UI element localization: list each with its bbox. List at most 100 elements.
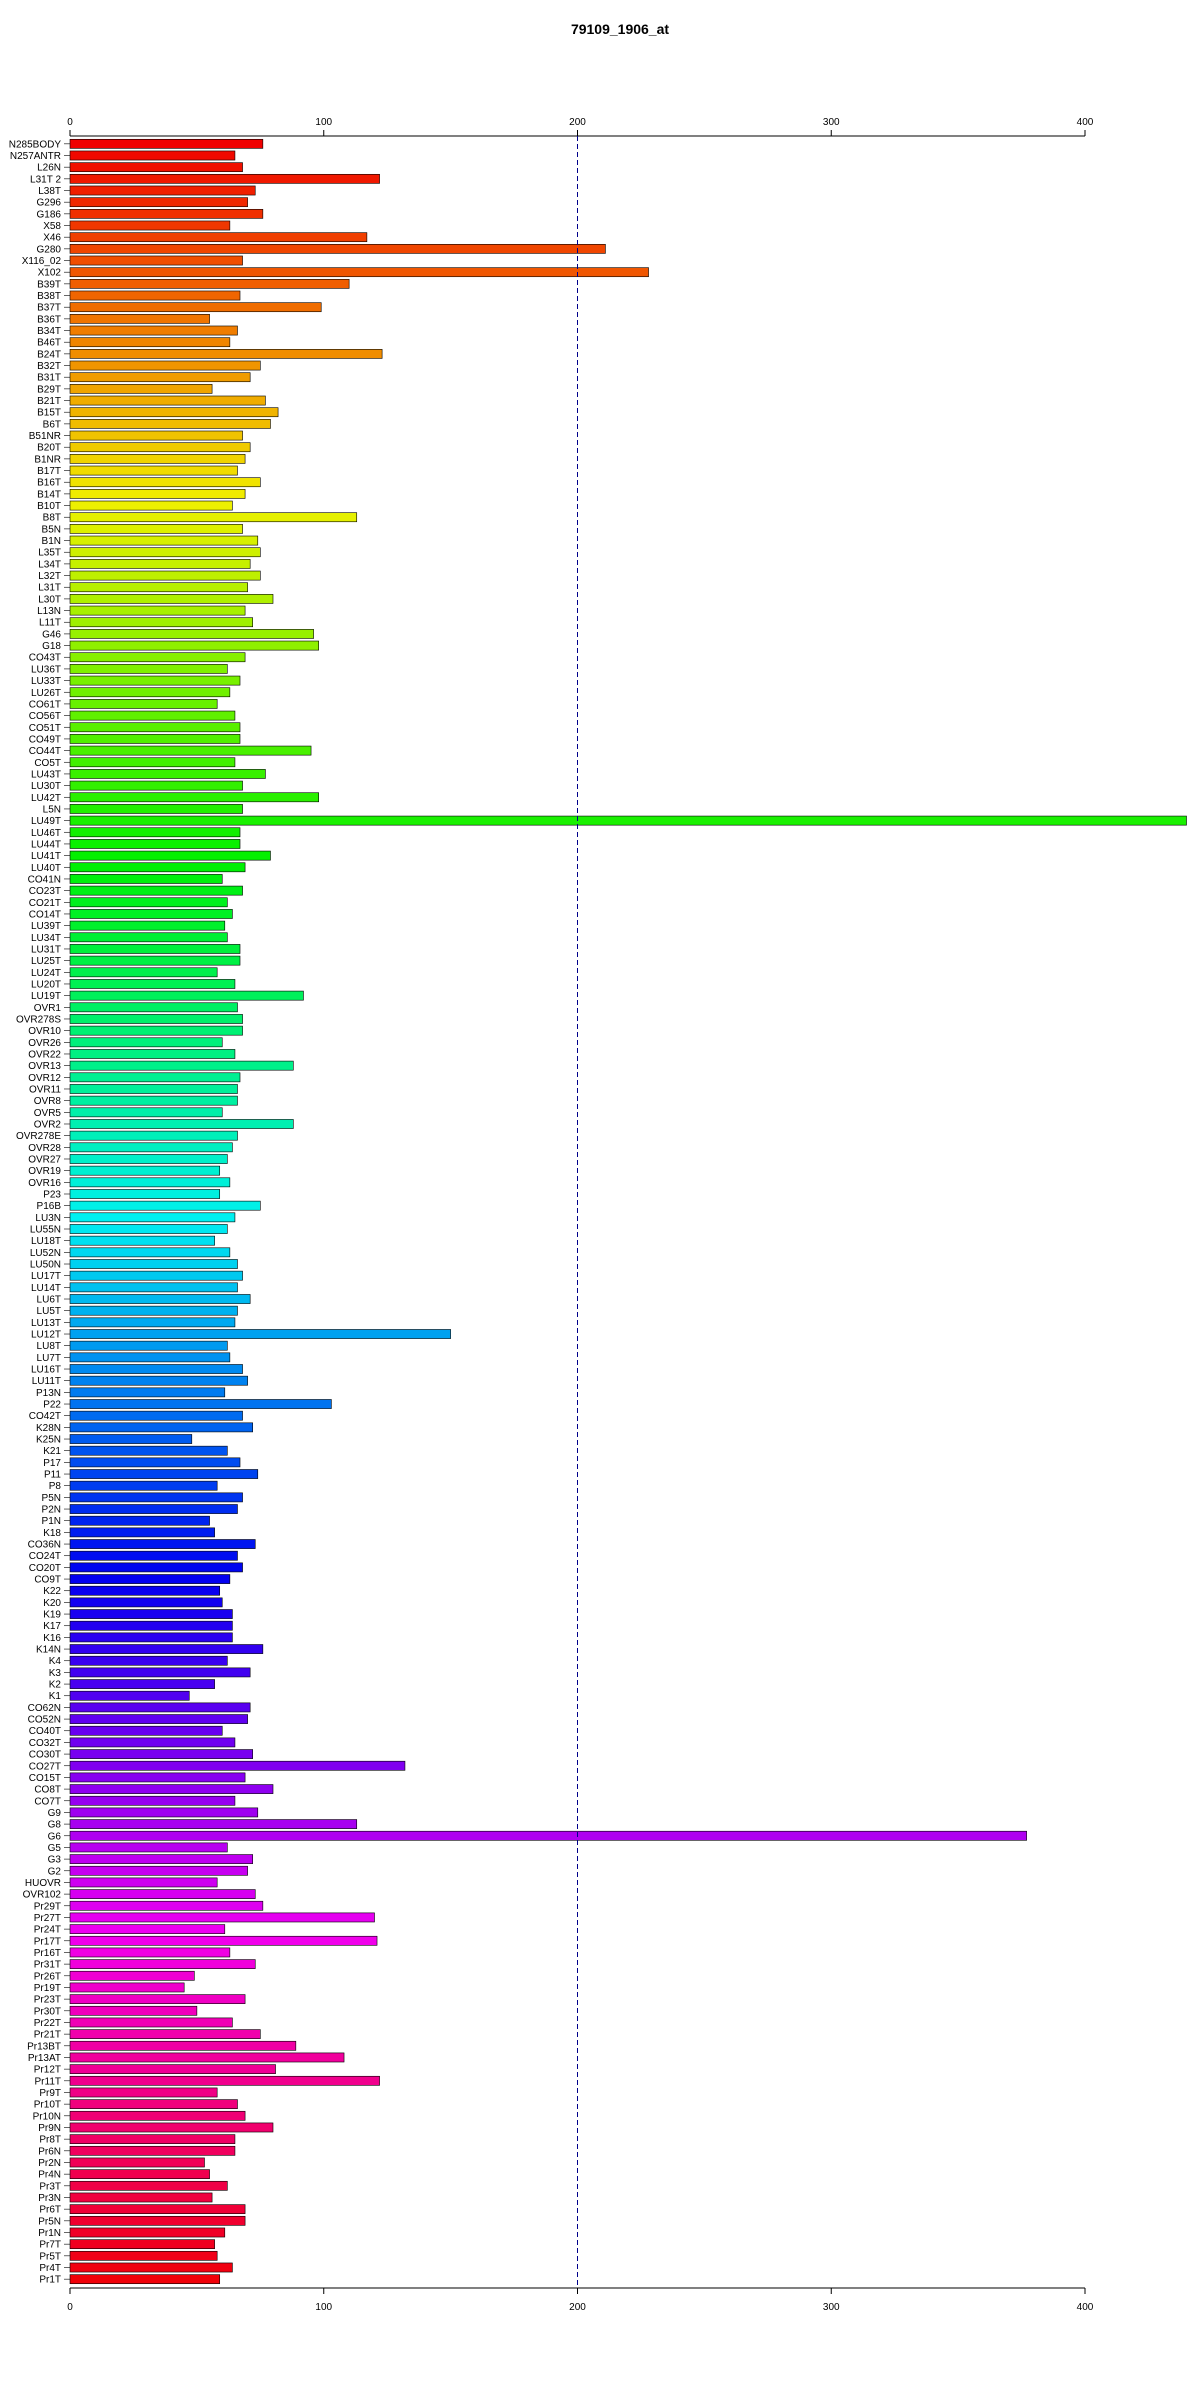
category-label: K1 xyxy=(49,1691,62,1702)
category-label: Pr11T xyxy=(35,2076,62,2087)
bar xyxy=(69,1002,238,1013)
x-tick-label-bottom: 200 xyxy=(569,2302,586,2313)
category-label: G186 xyxy=(37,209,62,220)
bar xyxy=(69,1095,238,1106)
bar xyxy=(69,909,233,919)
category-label: Pr6T xyxy=(39,2205,61,2216)
bar xyxy=(69,2099,238,2109)
category-label: B15T xyxy=(37,408,61,419)
bar xyxy=(69,1399,332,1409)
bar xyxy=(69,640,319,651)
category-label: OVR2 xyxy=(34,1119,62,1130)
category-label: CO20T xyxy=(29,1563,61,1574)
x-tick-label-bottom: 300 xyxy=(823,2302,840,2313)
category-label: K14N xyxy=(36,1645,61,1656)
category-label: B32T xyxy=(37,361,61,372)
bar xyxy=(69,804,243,814)
bar xyxy=(69,1247,231,1258)
bars xyxy=(69,138,1187,2285)
bar xyxy=(69,2017,233,2028)
bar xyxy=(69,1620,233,1631)
category-label: B51NR xyxy=(29,431,61,442)
category-label: K17 xyxy=(43,1621,61,1632)
category-label: CO30T xyxy=(29,1750,61,1761)
category-label: Pr4T xyxy=(39,2263,61,2274)
bar xyxy=(69,1469,259,1479)
category-label: X102 xyxy=(38,268,62,279)
category-label: CO40T xyxy=(29,1726,61,1737)
bar xyxy=(69,2075,380,2086)
category-label: LU18T xyxy=(31,1236,61,1247)
category-label: Pr4N xyxy=(38,2170,61,2181)
bar xyxy=(69,1842,228,1853)
bar xyxy=(69,162,243,173)
bar xyxy=(69,2052,345,2063)
category-label: K21 xyxy=(43,1446,61,1457)
category-label: P16B xyxy=(37,1201,62,1212)
category-label: LU31T xyxy=(31,944,61,955)
bar xyxy=(69,1889,256,1899)
category-label: CO44T xyxy=(29,746,61,757)
bar xyxy=(69,1959,256,1969)
category-label: L38T xyxy=(38,186,61,197)
category-label: P11 xyxy=(44,1470,61,1481)
category-label: Pr10N xyxy=(33,2111,61,2122)
bar xyxy=(69,734,241,744)
bar xyxy=(69,430,243,441)
category-label: B5N xyxy=(42,524,61,535)
bar xyxy=(69,279,350,289)
bar xyxy=(69,722,241,733)
x-tick-label-bottom: 0 xyxy=(67,2302,73,2313)
bar xyxy=(69,395,266,406)
category-label: Pr29T xyxy=(34,1901,61,1912)
bar xyxy=(69,197,248,208)
bar xyxy=(69,1784,274,1794)
bar xyxy=(69,2145,236,2156)
bar xyxy=(69,1807,259,1818)
category-label: L32T xyxy=(38,571,61,582)
bar xyxy=(69,1212,236,1223)
bar xyxy=(69,1854,253,1864)
bar xyxy=(69,2262,233,2273)
category-label: LU3N xyxy=(35,1213,61,1224)
bar xyxy=(69,1200,261,1211)
bar xyxy=(69,1550,238,1561)
x-tick-label-top: 400 xyxy=(1077,117,1094,128)
x-tick-label-bottom: 400 xyxy=(1077,2302,1094,2313)
category-label: Pr13AT xyxy=(28,2053,61,2064)
bar xyxy=(69,1364,243,1374)
category-label: LU55N xyxy=(30,1225,61,1236)
category-label: B36T xyxy=(37,314,61,325)
category-label: Pr13BT xyxy=(27,2041,61,2052)
bar xyxy=(69,687,231,698)
bar xyxy=(69,2005,198,2016)
bar xyxy=(69,594,274,604)
category-label: B16T xyxy=(37,478,61,489)
bar xyxy=(69,2215,246,2226)
bar xyxy=(69,1714,248,1724)
category-label: Pr24T xyxy=(34,1925,61,1936)
category-label: Pr10T xyxy=(34,2100,61,2111)
bar xyxy=(69,1679,215,1689)
bar xyxy=(69,1037,223,1048)
category-label: LU6T xyxy=(37,1295,61,1306)
category-label: OVR28 xyxy=(28,1143,61,1154)
category-label: OVR16 xyxy=(28,1178,61,1189)
category-label: G296 xyxy=(37,198,62,209)
bar xyxy=(69,944,241,954)
bar xyxy=(69,605,246,616)
category-label: L30T xyxy=(38,594,61,605)
bar xyxy=(69,1527,215,1538)
category-label: CO56T xyxy=(29,711,61,722)
category-label: Pr2N xyxy=(38,2158,61,2169)
bar xyxy=(69,1795,236,1806)
category-label: P13N xyxy=(36,1388,61,1399)
bar xyxy=(69,1119,294,1129)
category-label: X58 xyxy=(43,221,61,232)
bar xyxy=(69,780,243,791)
bar xyxy=(69,419,271,429)
bar xyxy=(69,1644,264,1654)
bar xyxy=(69,208,264,219)
category-label: K22 xyxy=(43,1586,61,1597)
category-label: OVR22 xyxy=(28,1049,61,1060)
